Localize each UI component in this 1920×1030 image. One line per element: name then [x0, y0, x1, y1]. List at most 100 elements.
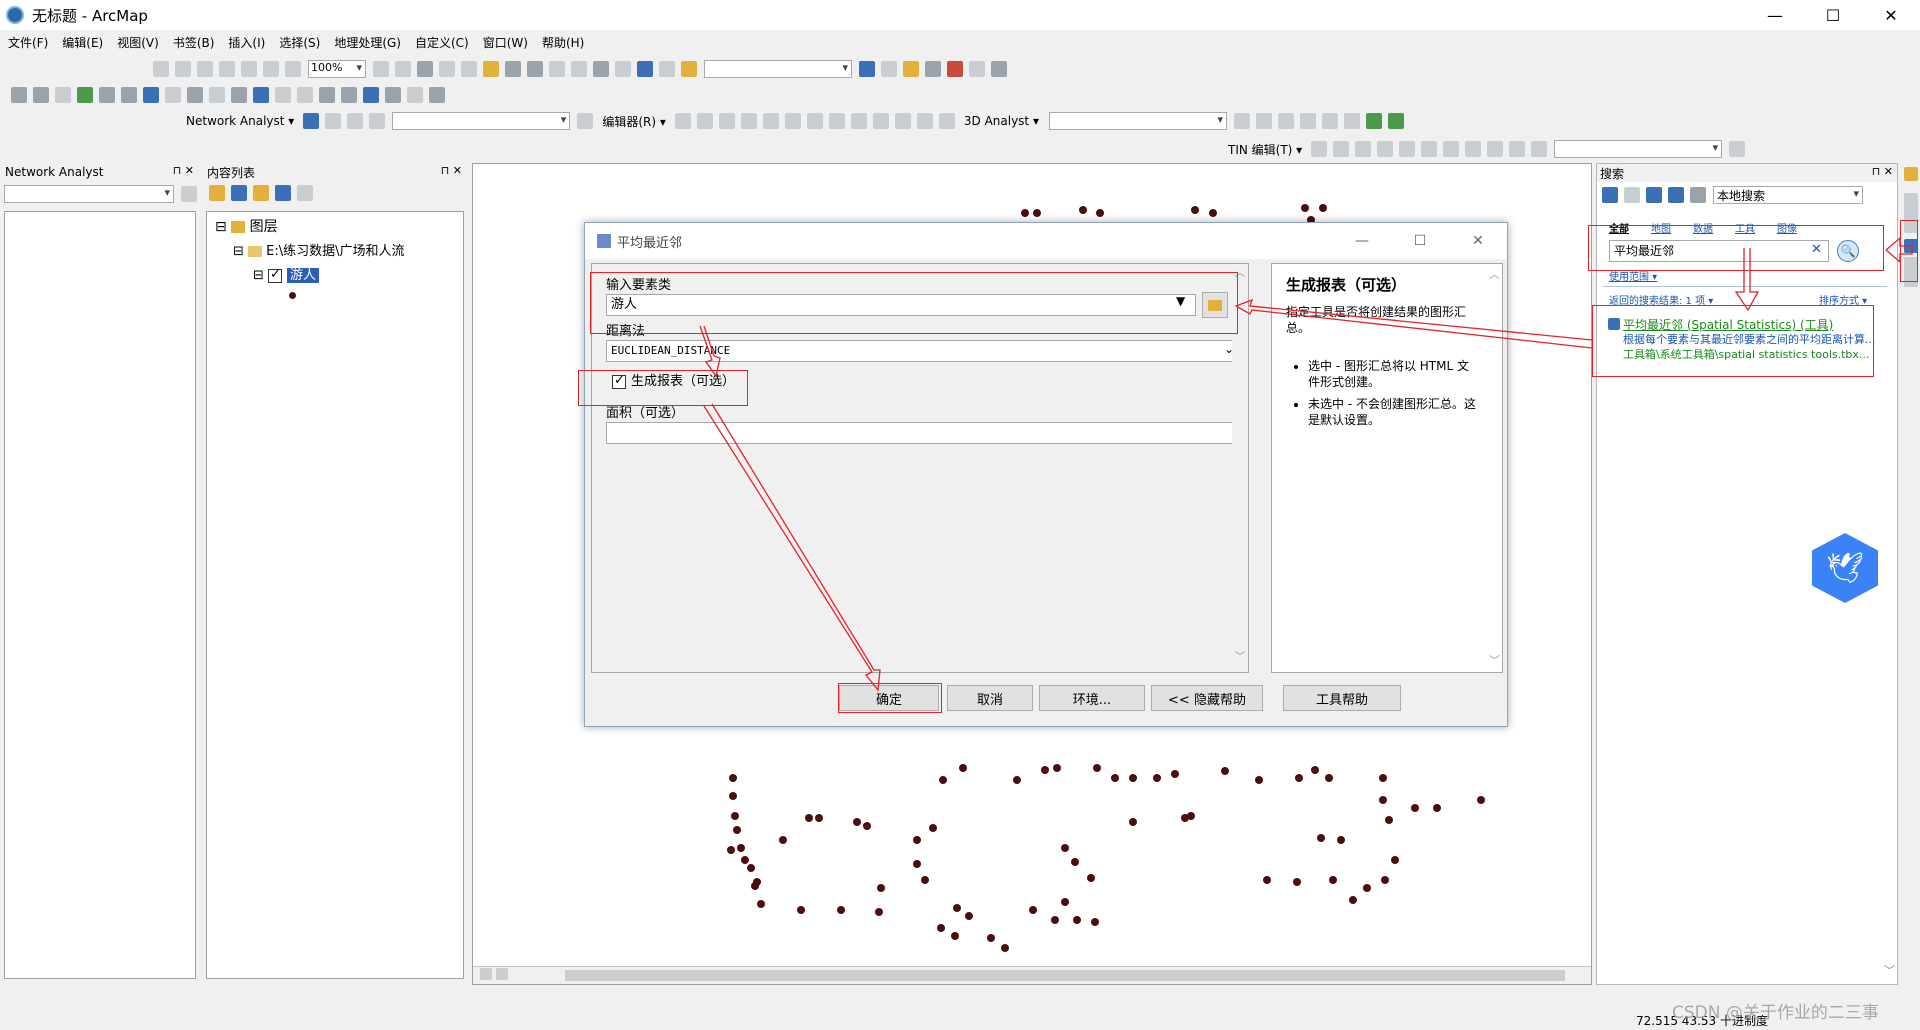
catalog-dock-icon[interactable] [1904, 167, 1918, 181]
line-of-sight-icon[interactable] [1277, 113, 1294, 129]
edit-annotation-icon[interactable] [696, 113, 713, 129]
search-forward-icon[interactable] [1624, 187, 1640, 203]
dialog-minimize-button[interactable]: — [1333, 223, 1391, 259]
reshape-icon[interactable] [806, 113, 823, 129]
save-icon[interactable] [505, 61, 521, 77]
focus-frame-icon[interactable] [395, 61, 411, 77]
profile-graph-icon[interactable] [1343, 113, 1360, 129]
undo-icon[interactable] [637, 61, 653, 77]
tin-swap-edge-icon[interactable] [1421, 141, 1438, 157]
identify-icon[interactable] [253, 87, 269, 103]
new-icon[interactable] [461, 61, 477, 77]
page-icon[interactable] [285, 61, 301, 77]
full-extent-icon[interactable] [219, 61, 235, 77]
toolbox-icon[interactable] [947, 61, 963, 77]
search-options-icon[interactable] [1690, 187, 1706, 203]
cut-polygons-icon[interactable] [828, 113, 845, 129]
na-layer-select[interactable] [4, 185, 174, 203]
cut-icon[interactable] [549, 61, 565, 77]
3d-analyst-menu[interactable]: 3D Analyst ▾ [964, 114, 1039, 128]
maximize-button[interactable]: ☐ [1804, 0, 1862, 30]
params-scroll-down-icon[interactable]: ﹀ [1232, 648, 1248, 664]
toc-icon[interactable] [881, 61, 897, 77]
dialog-maximize-button[interactable]: ☐ [1391, 223, 1449, 259]
endpoint-arc-icon[interactable] [740, 113, 757, 129]
print-icon[interactable] [527, 61, 543, 77]
na-solve-icon[interactable] [369, 113, 386, 129]
tin-layer-combo[interactable] [1554, 140, 1723, 158]
scale-combo[interactable] [704, 60, 852, 78]
paste-icon[interactable] [593, 61, 609, 77]
zoom-combo[interactable]: 100% [308, 60, 366, 78]
search-back-icon[interactable] [1602, 187, 1618, 203]
tin-edit-menu[interactable]: TIN 编辑(T) ▾ [1228, 141, 1302, 158]
tool-help-button[interactable]: 工具帮助 [1283, 685, 1401, 711]
find-icon[interactable] [341, 87, 357, 103]
data-view-icon[interactable] [480, 968, 492, 980]
tin-add-polygon-icon[interactable] [1355, 141, 1372, 157]
clear-selection-icon[interactable] [209, 87, 225, 103]
minimize-button[interactable]: — [1746, 0, 1804, 30]
help-scroll-down-icon[interactable]: ﹀ [1489, 652, 1500, 668]
globe-icon[interactable] [77, 87, 93, 103]
dialog-close-button[interactable]: ✕ [1449, 223, 1507, 259]
toc-pin-close[interactable]: ⊓ ✕ [441, 164, 462, 177]
catalog-icon[interactable] [903, 61, 919, 77]
open-icon[interactable] [483, 61, 499, 77]
redo-icon[interactable] [659, 61, 675, 77]
toc-folder-node[interactable]: ⊟ E:\练习数据\广场和人流 [233, 240, 405, 259]
search-window-icon[interactable] [925, 61, 941, 77]
tin-add-point-icon[interactable] [1311, 141, 1328, 157]
3d-layer-combo[interactable] [1048, 112, 1227, 130]
forward-arrow-icon[interactable] [165, 87, 181, 103]
na-select-icon[interactable] [347, 113, 364, 129]
create-features-icon[interactable] [938, 113, 955, 129]
fixed-zoom-in-icon[interactable] [99, 87, 115, 103]
delete-icon[interactable] [615, 61, 631, 77]
tin-softline-icon[interactable] [1509, 141, 1526, 157]
straight-segment-icon[interactable] [718, 113, 735, 129]
na-layer-combo[interactable] [392, 112, 571, 130]
contour-icon[interactable] [1233, 113, 1250, 129]
toc-layer-node[interactable]: ⊟ 游人 [253, 264, 320, 283]
zoom-in-icon[interactable] [11, 87, 27, 103]
split-icon[interactable] [850, 113, 867, 129]
editor-toolbar-icon[interactable] [859, 61, 875, 77]
close-button[interactable]: ✕ [1862, 0, 1920, 30]
edit-tool-icon[interactable] [674, 113, 691, 129]
layout-view-icon[interactable] [496, 968, 508, 980]
na-panel-pin-close[interactable]: ⊓ ✕ [173, 164, 194, 177]
trace-icon[interactable] [762, 113, 779, 129]
select-features-icon[interactable] [187, 87, 203, 103]
editor-menu[interactable]: 编辑器(R) ▾ [602, 113, 666, 130]
search-scroll-down-icon[interactable]: ﹀ [1884, 962, 1895, 978]
list-by-visibility-icon[interactable] [253, 185, 269, 201]
list-by-selection-icon[interactable] [275, 185, 291, 201]
hide-help-button[interactable]: << 隐藏帮助 [1151, 685, 1263, 711]
model-builder-icon[interactable] [991, 61, 1007, 77]
menu-selection[interactable]: 选择(S) [279, 34, 320, 51]
menu-help[interactable]: 帮助(H) [542, 34, 584, 51]
search-refresh-icon[interactable] [1668, 187, 1684, 203]
toc-layers-node[interactable]: ⊟ 图层 [215, 216, 278, 236]
fixed-zoom-out-icon[interactable] [121, 87, 137, 103]
html-popup-icon[interactable] [297, 87, 313, 103]
viewer-window-icon[interactable] [429, 87, 445, 103]
back-arrow-icon[interactable] [143, 87, 159, 103]
search-pin-close[interactable]: ⊓ ✕ [1872, 165, 1893, 178]
edit-vertices-icon[interactable] [784, 113, 801, 129]
na-directions-icon[interactable] [577, 113, 594, 129]
zoom-out-icon[interactable] [33, 87, 49, 103]
tin-delete-icon[interactable] [1531, 141, 1548, 157]
attributes-icon[interactable] [894, 113, 911, 129]
tin-modify-icon[interactable] [1465, 141, 1482, 157]
binoculars-icon[interactable] [417, 61, 433, 77]
python-icon[interactable] [969, 61, 985, 77]
time-slider-icon[interactable] [407, 87, 423, 103]
arcglobe-icon[interactable] [1387, 113, 1404, 129]
find-route-icon[interactable] [363, 87, 379, 103]
na-window-icon[interactable] [303, 113, 320, 129]
pan-icon[interactable] [197, 61, 213, 77]
layout-icon[interactable] [241, 61, 257, 77]
na-create-icon[interactable] [325, 113, 342, 129]
